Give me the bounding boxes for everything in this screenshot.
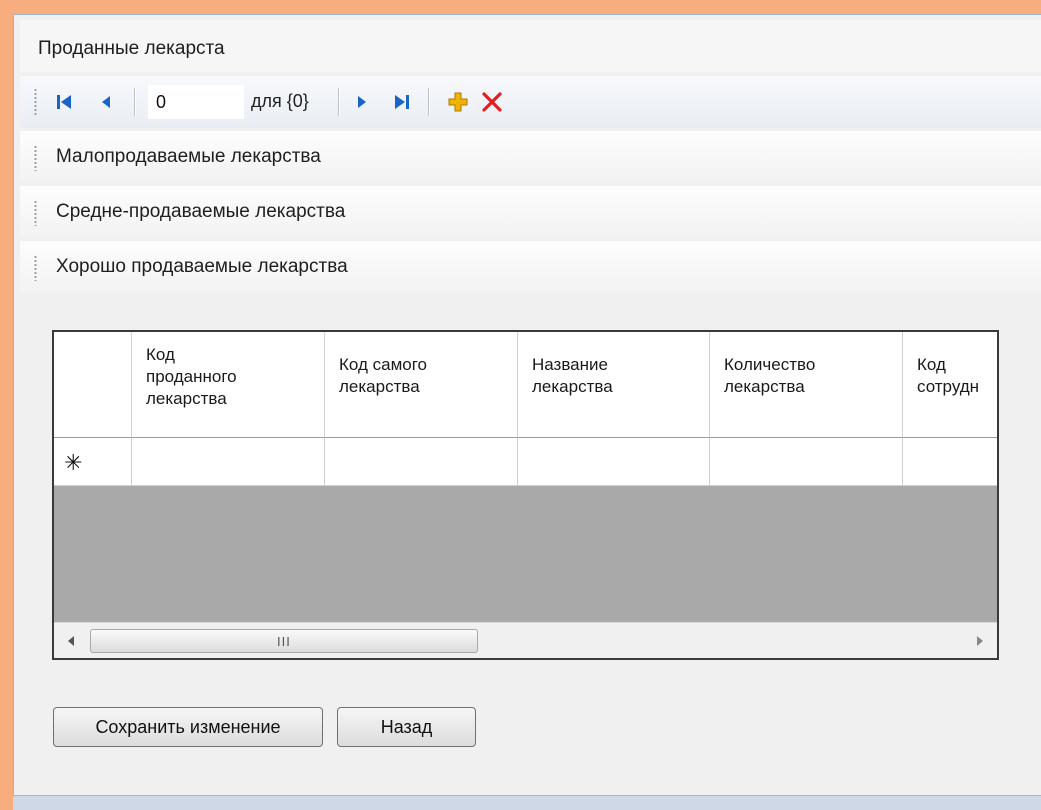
header-line: сотрудн	[917, 377, 980, 396]
column-header-text: Код проданного лекарства	[146, 344, 237, 410]
grid-cell[interactable]	[710, 438, 903, 486]
data-grid[interactable]: Код проданного лекарства Код самого лека…	[52, 330, 999, 660]
section-low-selling[interactable]: Малопродаваемые лекарства	[20, 131, 1041, 183]
header-line: лекарства	[146, 389, 227, 408]
toolbar-grip[interactable]	[34, 88, 37, 116]
delete-button[interactable]	[480, 90, 504, 114]
section-label: Хорошо продаваемые лекарства	[56, 256, 348, 277]
column-header-text: Количество лекарства	[724, 354, 815, 398]
scroll-right-icon	[977, 636, 983, 646]
section-label: Малопродаваемые лекарства	[56, 146, 321, 167]
header-line: Код	[146, 345, 175, 364]
toolbar-separator	[428, 88, 430, 116]
title-strip: Проданные лекарста	[20, 20, 1041, 72]
header-line: Название	[532, 355, 608, 374]
header-line: Код	[917, 355, 946, 374]
column-header-text: Код сотрудн	[917, 354, 979, 398]
header-line: лекарства	[724, 377, 805, 396]
position-input[interactable]	[148, 85, 244, 119]
section-well-selling[interactable]: Хорошо продаваемые лекарства	[20, 241, 1041, 293]
strip-grip	[34, 145, 37, 171]
section-label: Средне-продаваемые лекарства	[56, 201, 346, 222]
plus-icon	[448, 92, 468, 112]
column-header-text: Код самого лекарства	[339, 354, 427, 398]
section-medium-selling[interactable]: Средне-продаваемые лекарства	[20, 186, 1041, 238]
column-header[interactable]: Код сотрудн	[903, 332, 997, 438]
count-label: для {0}	[251, 91, 309, 111]
move-previous-button[interactable]	[94, 90, 118, 114]
scroll-right-button[interactable]	[961, 623, 997, 658]
header-line: Количество	[724, 355, 816, 374]
scroll-thumb[interactable]: III	[90, 629, 478, 653]
window-bottom-border	[13, 795, 1041, 810]
move-first-button[interactable]	[52, 90, 76, 114]
move-next-button[interactable]	[350, 90, 374, 114]
scroll-left-icon	[68, 636, 74, 646]
move-last-button[interactable]	[390, 90, 414, 114]
back-button[interactable]: Назад	[337, 707, 476, 747]
binding-navigator: для {0}	[20, 76, 1041, 128]
scroll-thumb-grip: III	[277, 634, 291, 649]
column-header[interactable]: Код самого лекарства	[325, 332, 518, 438]
horizontal-scrollbar[interactable]: III	[54, 622, 997, 658]
grid-cell[interactable]	[325, 438, 518, 486]
header-line: проданного	[146, 367, 237, 386]
column-header[interactable]: Код проданного лекарства	[132, 332, 325, 438]
grid-cell[interactable]	[132, 438, 325, 486]
row-header-corner	[54, 332, 132, 438]
grid-cell[interactable]	[518, 438, 710, 486]
save-changes-button[interactable]: Сохранить изменение	[53, 707, 323, 747]
form-title: Проданные лекарста	[38, 38, 225, 59]
scroll-left-button[interactable]	[54, 623, 90, 658]
strip-grip	[34, 255, 37, 281]
add-new-button[interactable]	[446, 90, 470, 114]
last-record-icon	[395, 95, 409, 109]
previous-record-icon	[102, 96, 110, 108]
delete-x-icon	[482, 92, 502, 112]
grid-cell[interactable]	[903, 438, 997, 486]
first-record-icon	[57, 95, 71, 109]
next-record-icon	[358, 96, 366, 108]
strip-grip	[34, 200, 37, 226]
column-header-text: Название лекарства	[532, 354, 613, 398]
toolbar-separator	[134, 88, 136, 116]
column-header[interactable]: Название лекарства	[518, 332, 710, 438]
header-line: лекарства	[532, 377, 613, 396]
new-row-marker-icon: ✳	[64, 450, 83, 475]
column-header[interactable]: Количество лекарства	[710, 332, 903, 438]
toolbar-separator	[338, 88, 340, 116]
header-line: Код самого	[339, 355, 428, 374]
header-line: лекарства	[339, 377, 420, 396]
